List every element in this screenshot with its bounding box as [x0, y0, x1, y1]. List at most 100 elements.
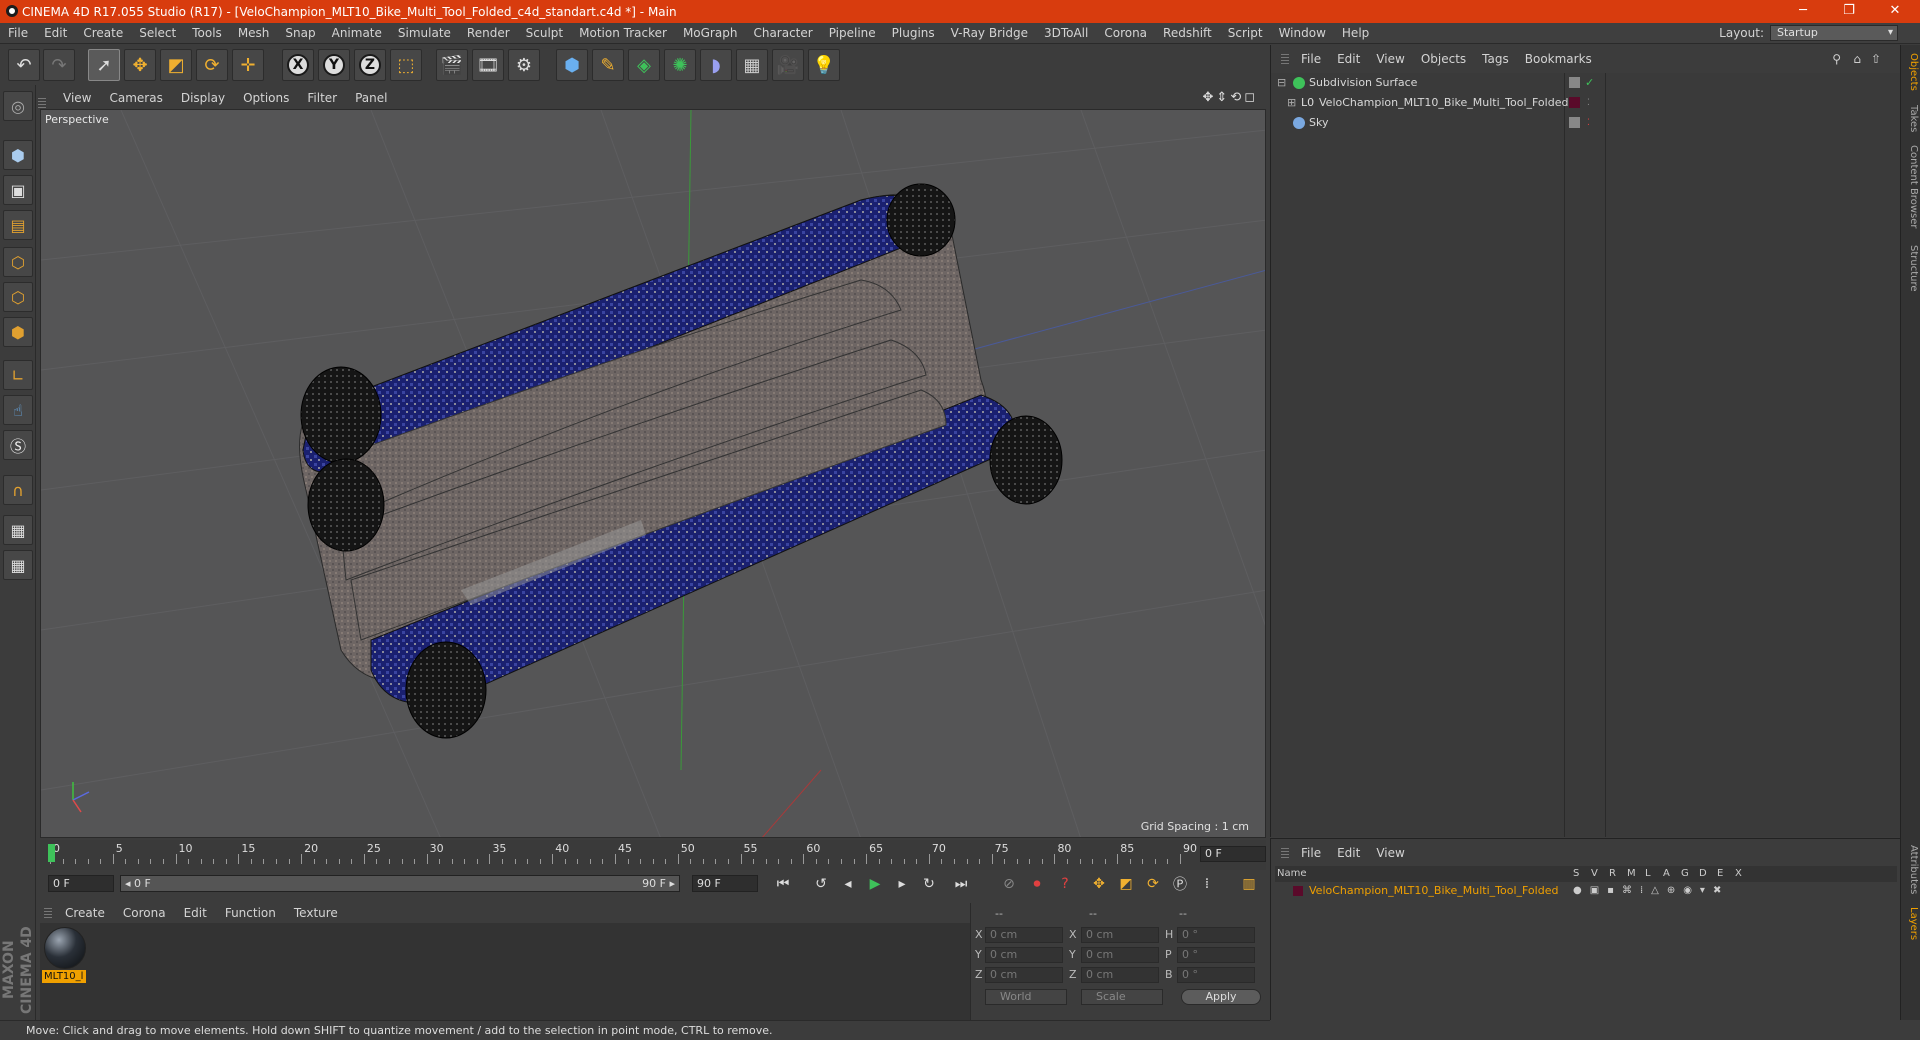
rotation-b-field[interactable]: 0 ° [1177, 967, 1255, 983]
go-to-start-icon[interactable]: ⏮ [772, 873, 794, 895]
preview-range-slider[interactable]: ◂ 0 F 90 F ▸ [120, 875, 680, 892]
tab-takes[interactable]: Takes [1903, 105, 1919, 132]
material-menu-texture[interactable]: Texture [285, 906, 347, 920]
planar-workplane-icon[interactable]: ▦ [3, 550, 33, 580]
make-editable-icon[interactable]: ◎ [3, 91, 33, 121]
viewport-menu-options[interactable]: Options [234, 91, 298, 105]
tab-content-browser[interactable]: Content Browser [1903, 145, 1919, 228]
key-rotation-icon[interactable]: ⟳ [1142, 873, 1164, 895]
axis-mode-icon[interactable]: ∟ [3, 360, 33, 390]
om-up-icon[interactable]: ⇧ [1871, 52, 1881, 66]
material-menu-corona[interactable]: Corona [114, 906, 175, 920]
key-pla-icon[interactable]: ⁞ [1196, 873, 1218, 895]
deformer-icon[interactable]: ◗ [700, 49, 732, 81]
floor-icon[interactable]: ▦ [736, 49, 768, 81]
record-active-objects-icon[interactable]: ⊘ [998, 873, 1020, 895]
render-settings-icon[interactable]: ⚙ [508, 49, 540, 81]
menu-corona[interactable]: Corona [1096, 26, 1155, 40]
lm-menu-file[interactable]: File [1293, 846, 1329, 860]
axis-z-button[interactable]: Z [354, 49, 386, 81]
camera-icon[interactable]: 🎥 [772, 49, 804, 81]
edges-mode-icon[interactable]: ⬡ [3, 282, 33, 312]
keyframe-selection-icon[interactable]: ? [1054, 873, 1076, 895]
menu-edit[interactable]: Edit [36, 26, 75, 40]
viewport-menu-cameras[interactable]: Cameras [100, 91, 171, 105]
om-menu-view[interactable]: View [1368, 52, 1412, 66]
snapping-icon[interactable]: ∩ [3, 475, 33, 505]
menu-create[interactable]: Create [75, 26, 131, 40]
layer-name[interactable]: VeloChampion_MLT10_Bike_Multi_Tool_Folde… [1309, 882, 1558, 900]
editor-visibility-icon[interactable] [1569, 117, 1580, 128]
menu-file[interactable]: File [0, 26, 36, 40]
om-menu-objects[interactable]: Objects [1413, 52, 1474, 66]
menu-mesh[interactable]: Mesh [230, 26, 278, 40]
material-menu-function[interactable]: Function [216, 906, 285, 920]
undo-icon[interactable]: ↶ [8, 49, 40, 81]
size-z-field[interactable]: 0 cm [1081, 967, 1159, 983]
previous-frame-icon[interactable]: ◂ [837, 873, 859, 895]
layer-color-icon[interactable] [1569, 97, 1580, 108]
coordinate-system-icon[interactable]: ⬚ [390, 49, 422, 81]
camera-label[interactable]: Perspective [45, 113, 109, 126]
play-icon[interactable]: ▶ [864, 873, 886, 895]
rotate-tool-icon[interactable]: ⟳ [196, 49, 228, 81]
cube-primitive-icon[interactable]: ⬢ [556, 49, 588, 81]
menu-3dtoall[interactable]: 3DToAll [1036, 26, 1096, 40]
layer-color-swatch[interactable] [1293, 886, 1303, 896]
render-view-icon[interactable]: 🎬 [436, 49, 468, 81]
restore-button[interactable]: ❐ [1826, 0, 1872, 23]
viewport-menu-view[interactable]: View [54, 91, 100, 105]
light-icon[interactable]: 💡 [808, 49, 840, 81]
lm-menu-view[interactable]: View [1368, 846, 1412, 860]
visibility-dots-icon[interactable]: ⁚ [1587, 93, 1590, 113]
key-position-icon[interactable]: ✥ [1088, 873, 1110, 895]
menu-motion-tracker[interactable]: Motion Tracker [571, 26, 675, 40]
menu-script[interactable]: Script [1220, 26, 1271, 40]
layer-row[interactable]: VeloChampion_MLT10_Bike_Multi_Tool_Folde… [1275, 882, 1897, 900]
workplane-mode-icon[interactable]: ▤ [3, 210, 33, 240]
material-menu-edit[interactable]: Edit [175, 906, 216, 920]
menu-tools[interactable]: Tools [184, 26, 230, 40]
om-menu-tags[interactable]: Tags [1474, 52, 1517, 66]
model-mode-icon[interactable]: ⬢ [3, 140, 33, 170]
go-to-end-icon[interactable]: ⏭ [950, 873, 972, 895]
editor-visibility-icon[interactable] [1569, 77, 1580, 88]
tweak-mode-icon[interactable]: ☝ [3, 395, 33, 425]
size-mode-dropdown[interactable]: Scale [1081, 989, 1163, 1005]
tab-layers[interactable]: Layers [1903, 907, 1919, 940]
tab-objects[interactable]: Objects [1903, 53, 1919, 91]
minimize-button[interactable]: ─ [1780, 0, 1826, 23]
size-x-field[interactable]: 0 cm [1081, 927, 1159, 943]
playhead[interactable] [48, 844, 55, 862]
material-name[interactable]: MLT10_l [42, 970, 86, 983]
scale-tool-icon[interactable]: ◩ [160, 49, 192, 81]
render-picture-viewer-icon[interactable]: 🎞 [472, 49, 504, 81]
viewport-menu-panel[interactable]: Panel [346, 91, 396, 105]
frame-ruler[interactable]: 0 5 10 15 20 25 30 35 40 45 50 55 60 65 70 75 80 85 90 [48, 842, 1197, 866]
menu-render[interactable]: Render [459, 26, 518, 40]
redo-icon[interactable]: ↷ [43, 49, 75, 81]
collapse-icon[interactable]: ⊟ [1277, 73, 1286, 93]
live-selection-icon[interactable]: ✛ [232, 49, 264, 81]
size-y-field[interactable]: 0 cm [1081, 947, 1159, 963]
enabled-check-icon[interactable]: ✓ [1585, 73, 1594, 93]
menu-animate[interactable]: Animate [324, 26, 390, 40]
key-parameter-icon[interactable]: Ⓟ [1169, 873, 1191, 895]
apply-button[interactable]: Apply [1181, 989, 1261, 1005]
viewport-menu-display[interactable]: Display [172, 91, 234, 105]
menu-snap[interactable]: Snap [277, 26, 323, 40]
layer-toggle-icons[interactable]: ●▣▪⌘⁞△⊕◉▾✖ [1573, 882, 1729, 900]
points-mode-icon[interactable]: ⬡ [3, 247, 33, 277]
cloner-icon[interactable]: ✺ [664, 49, 696, 81]
spline-pen-icon[interactable]: ✎ [592, 49, 624, 81]
menu-redshift[interactable]: Redshift [1155, 26, 1220, 40]
start-frame-field[interactable]: 0 F [48, 875, 114, 892]
menu-pipeline[interactable]: Pipeline [821, 26, 884, 40]
menu-sculpt[interactable]: Sculpt [518, 26, 571, 40]
visibility-dots-icon[interactable]: ⁚ [1587, 113, 1590, 133]
om-search-icon[interactable]: ⚲ [1832, 52, 1841, 66]
menu-mograph[interactable]: MoGraph [675, 26, 746, 40]
viewport-navigation-icons[interactable]: ✥⇕⟲◻ [1203, 90, 1258, 105]
next-frame-icon[interactable]: ▸ [891, 873, 913, 895]
object-row-sky[interactable]: Sky ⁚ [1271, 113, 1901, 133]
